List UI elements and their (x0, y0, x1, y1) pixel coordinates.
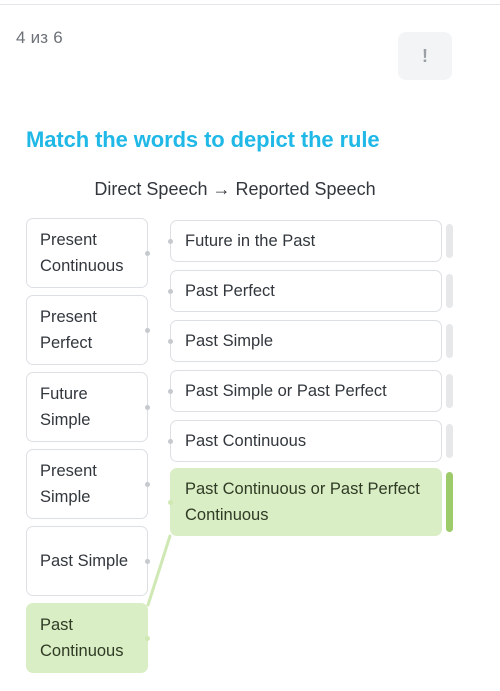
drag-handle-icon[interactable] (446, 424, 453, 458)
connector-dot-icon[interactable] (168, 388, 173, 394)
left-card-label: Present Simple (40, 462, 97, 506)
progress-counter: 4 из 6 (16, 28, 63, 47)
drag-handle-icon[interactable] (446, 224, 453, 258)
left-card-label: Future Simple (40, 385, 91, 429)
left-card[interactable]: Present Continuous (26, 218, 150, 288)
right-card-label: Past Simple (185, 332, 274, 350)
connector-dot-icon[interactable] (145, 404, 150, 410)
page-subtitle: Direct Speech → Reported Speech (94, 179, 376, 199)
left-card[interactable]: Past Continuous (26, 603, 150, 673)
left-card-label: Present Perfect (40, 308, 97, 352)
connector-dot-icon[interactable] (145, 558, 150, 564)
exclamation-icon: ! (422, 46, 428, 66)
connector-dot-icon[interactable] (168, 338, 173, 344)
drag-handle-icon[interactable] (446, 374, 453, 408)
connector-dot-icon[interactable] (145, 327, 150, 333)
match-board: Present Continuous Present Perfect Future … (0, 0, 500, 691)
header: 4 из 6 ! (0, 14, 500, 80)
right-card[interactable]: Past Continuous (168, 420, 442, 462)
match-connector-line (146, 534, 172, 607)
top-divider (0, 4, 500, 5)
connector-dot-icon[interactable] (168, 288, 173, 294)
right-card-label: Past Simple or Past Perfect (185, 382, 387, 400)
right-card[interactable]: Future in the Past (168, 220, 442, 262)
connector-dot-icon[interactable] (145, 481, 150, 487)
left-card-label: Past Continuous (40, 616, 124, 660)
right-card-label: Future in the Past (185, 232, 316, 250)
left-card[interactable]: Present Simple (26, 449, 150, 519)
drag-handle-icon[interactable] (446, 324, 453, 358)
right-card[interactable]: Past Simple or Past Perfect (168, 370, 442, 412)
right-card-label: Past Perfect (185, 282, 275, 300)
left-card[interactable]: Present Perfect (26, 295, 150, 365)
drag-handle-icon[interactable] (446, 472, 453, 532)
right-card[interactable]: Past Continuous or Past Perfect Continuo… (168, 468, 442, 536)
right-card[interactable]: Past Perfect (168, 270, 442, 312)
right-card-label: Past Continuous (185, 432, 307, 450)
page-title: Match the words to depict the rule (26, 127, 380, 152)
connector-dot-icon[interactable] (168, 499, 173, 505)
connector-dot-icon[interactable] (145, 250, 150, 256)
connector-dot-icon[interactable] (145, 635, 150, 641)
alert-button[interactable]: ! (398, 32, 452, 80)
connector-dot-icon[interactable] (168, 238, 173, 244)
left-card[interactable]: Future Simple (26, 372, 150, 442)
drag-handle-icon[interactable] (446, 274, 453, 308)
connector-dot-icon[interactable] (168, 438, 173, 444)
right-card-label: Past Continuous or Past Perfect Continuo… (185, 480, 420, 524)
left-card-label: Past Simple (40, 552, 129, 570)
left-card-label: Present Continuous (40, 231, 124, 275)
right-card[interactable]: Past Simple (168, 320, 442, 362)
left-card[interactable]: Past Simple (26, 526, 150, 596)
